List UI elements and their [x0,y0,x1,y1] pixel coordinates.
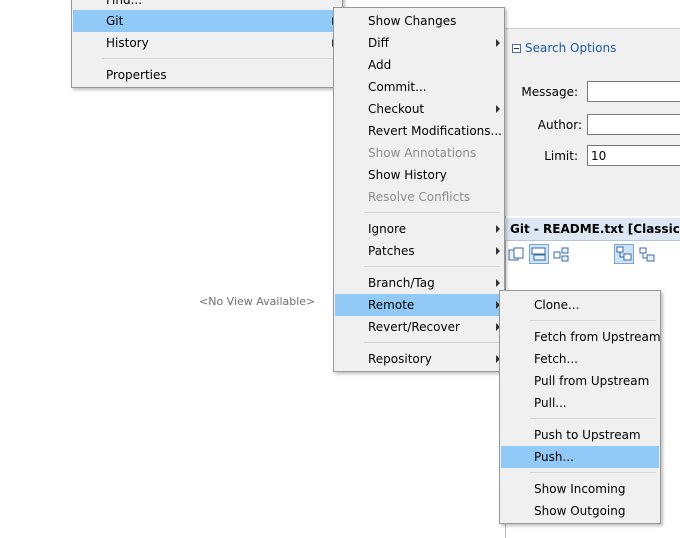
git-tree-icon[interactable] [614,244,634,264]
menu-item-revert-recover[interactable]: Revert/Recover [335,316,503,338]
submenu-arrow-icon [496,39,500,47]
menu-item-show-incoming[interactable]: Show Incoming [501,478,659,500]
menu-item-revert-modifications[interactable]: Revert Modifications... [335,120,503,142]
menu-separator [530,320,656,321]
collapse-icon [512,44,521,53]
limit-field[interactable] [587,145,680,166]
menu-item-push[interactable]: Push... [501,446,659,468]
menu-item-history[interactable]: History [73,32,341,54]
git-history-icon[interactable] [529,244,549,264]
author-field[interactable] [587,114,680,135]
menu-item-fetch-from-upstream[interactable]: Fetch from Upstream [501,326,661,348]
menu-item-show-outgoing[interactable]: Show Outgoing [501,500,659,522]
menu-item-checkout[interactable]: Checkout [335,98,503,120]
menu-item-branch-tag[interactable]: Branch/Tag [335,272,503,294]
context-menu: Find... Git History Properties [71,0,343,88]
menu-item-git[interactable]: Git [73,10,341,32]
menu-item-diff[interactable]: Diff [335,32,503,54]
submenu-arrow-icon [496,225,500,233]
menu-item-resolve-conflicts: Resolve Conflicts [368,190,471,204]
menu-item-show-changes[interactable]: Show Changes [335,10,503,32]
menu-item-pull[interactable]: Pull... [501,392,659,414]
menu-item-fetch[interactable]: Fetch... [501,348,659,370]
menu-item-remote[interactable]: Remote [335,294,503,316]
author-label: Author: [537,118,582,132]
remote-submenu: Clone... Fetch from Upstream Fetch... Pu… [499,290,661,524]
menu-separator [102,58,338,59]
git-diff-icon[interactable] [507,246,525,264]
menu-item-repository[interactable]: Repository [335,348,503,370]
no-view-label: <No View Available> [199,295,316,308]
menu-item-add[interactable]: Add [335,54,503,76]
search-options-label: Search Options [525,41,617,55]
git-panel-title: Git - README.txt [Classic.X] - r [510,222,680,236]
menu-separator [364,212,500,213]
message-field[interactable] [587,81,680,102]
submenu-arrow-icon [496,279,500,287]
menu-separator [530,472,656,473]
menu-item-patches[interactable]: Patches [335,240,503,262]
submenu-arrow-icon [496,247,500,255]
menu-item-show-annotations: Show Annotations [368,146,477,160]
git-flat-list-icon[interactable] [638,246,656,264]
menu-item-properties[interactable]: Properties [73,64,341,86]
search-options-toggle[interactable]: Search Options [512,40,616,56]
submenu-arrow-icon [496,105,500,113]
git-graph-icon[interactable] [552,246,570,264]
menu-item-show-history[interactable]: Show History [335,164,503,186]
limit-label: Limit: [544,149,578,163]
menu-separator [530,418,656,419]
menu-item-commit[interactable]: Commit... [335,76,503,98]
git-submenu: Show Changes Diff Add Commit... Checkout… [333,7,505,372]
menu-item-pull-from-upstream[interactable]: Pull from Upstream [501,370,659,392]
message-label: Message: [521,85,578,99]
menu-separator [364,342,500,343]
menu-item-clone[interactable]: Clone... [501,294,659,316]
menu-item-push-to-upstream[interactable]: Push to Upstream [501,424,659,446]
menu-separator [364,266,500,267]
menu-item-ignore[interactable]: Ignore [335,218,503,240]
